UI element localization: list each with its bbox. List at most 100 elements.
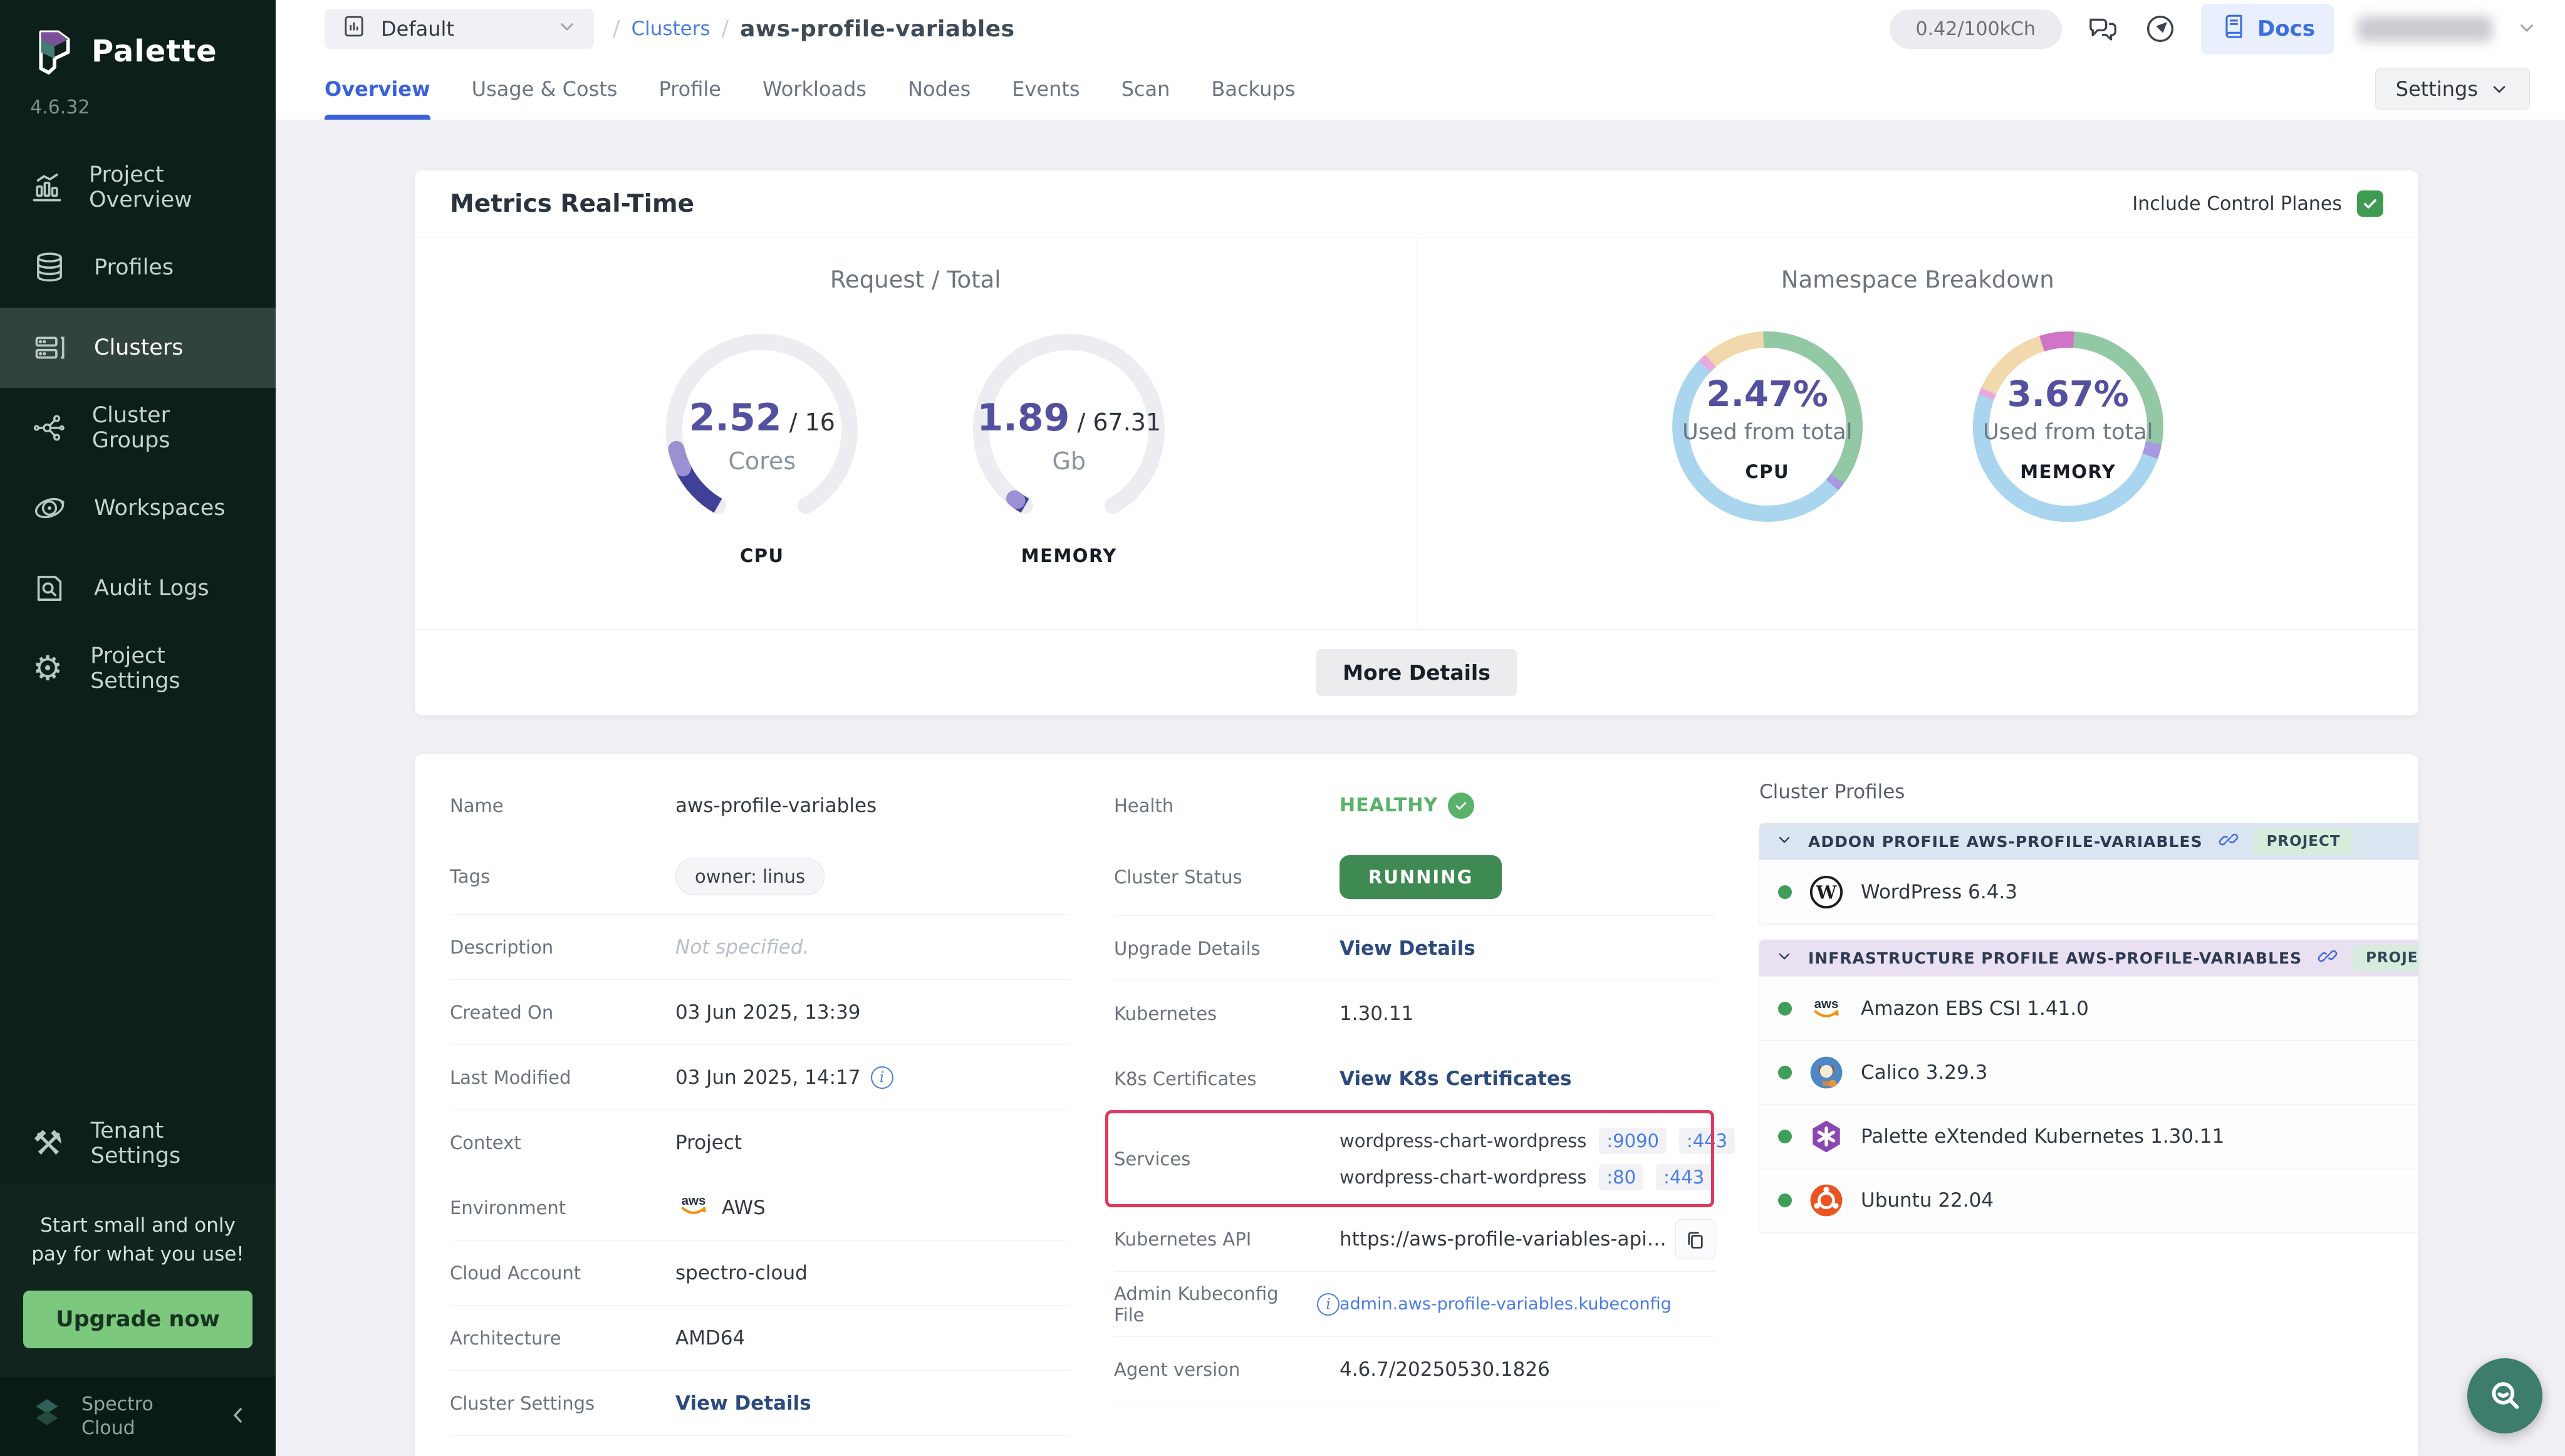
- field-label: Kubernetes: [1114, 1003, 1340, 1024]
- profile-layer-palette-extended-kubernetes-1-30-11[interactable]: Palette eXtended Kubernetes 1.30.11: [1759, 1104, 2418, 1168]
- tab-usage-costs[interactable]: Usage & Costs: [472, 58, 618, 120]
- user-chevron-down-icon[interactable]: [2516, 17, 2537, 41]
- upgrade-now-button[interactable]: Upgrade now: [23, 1291, 252, 1349]
- details-left-column: Nameaws-profile-variablesTagsowner: linu…: [450, 773, 1114, 1436]
- svg-text:W: W: [1816, 881, 1837, 903]
- upgrade-promo: Start small and only pay for what you us…: [0, 1183, 276, 1376]
- status-dot: [1778, 885, 1792, 899]
- topbar-right: 0.42/100kCh Docs: [1890, 4, 2537, 55]
- help-search-button[interactable]: [2467, 1358, 2542, 1433]
- server-icon: [29, 330, 70, 366]
- compass-icon[interactable]: [2143, 12, 2177, 46]
- tab-scan[interactable]: Scan: [1121, 58, 1170, 120]
- breadcrumb-clusters-link[interactable]: Clusters: [631, 18, 710, 40]
- search-smile-icon: [2485, 1376, 2525, 1416]
- field-label: Services: [1114, 1148, 1340, 1170]
- detail-row-health: HealthHEALTHY: [1114, 773, 1715, 838]
- sidebar-item-workspaces[interactable]: Workspaces: [0, 468, 276, 548]
- upgrade-details-link[interactable]: View Details: [1340, 937, 1475, 960]
- include-control-planes-checkbox[interactable]: [2357, 190, 2383, 217]
- spectro-cloud-logo-icon: [25, 1393, 69, 1440]
- tabs-bar: Overview Usage & Costs Profile Workloads Nod…: [276, 58, 2565, 120]
- app-version: 4.6.32: [0, 80, 276, 125]
- docs-button[interactable]: Docs: [2201, 4, 2334, 55]
- info-icon[interactable]: i: [871, 1066, 893, 1089]
- service-port-link[interactable]: :80: [1599, 1164, 1643, 1190]
- detail-row-agent-version: Agent version4.6.7/20250530.1826: [1114, 1337, 1715, 1402]
- usage-badge: 0.42/100kCh: [1890, 9, 2063, 49]
- user-menu[interactable]: [2358, 16, 2492, 41]
- info-icon[interactable]: i: [1317, 1293, 1340, 1316]
- aws-icon: aws: [675, 1187, 722, 1229]
- sidebar-item-cluster-groups[interactable]: Cluster Groups: [0, 388, 276, 468]
- profile-layer-calico-3-29-3[interactable]: Calico 3.29.3: [1759, 1040, 2418, 1104]
- bar-chart-icon: [29, 169, 65, 205]
- book-icon: [2220, 13, 2247, 46]
- admin-kubeconfig-file-link[interactable]: admin.aws-profile-variables.kubeconfig: [1340, 1294, 1672, 1314]
- field-label: Cluster Status: [1114, 866, 1340, 888]
- sidebar-item-audit-logs[interactable]: Audit Logs: [0, 548, 276, 628]
- gear-icon: ⚙: [29, 652, 66, 685]
- sidebar-item-clusters[interactable]: Clusters: [0, 308, 276, 388]
- logo-row: Palette: [0, 0, 276, 80]
- sidebar-item-tenant-settings[interactable]: ⚒ Tenant Settings: [0, 1103, 276, 1183]
- tab-profile[interactable]: Profile: [658, 58, 721, 120]
- field-label: Last Modified: [450, 1067, 675, 1088]
- tab-overview[interactable]: Overview: [325, 58, 430, 120]
- field-label: Cloud Account: [450, 1262, 675, 1284]
- sidebar-item-profiles[interactable]: Profiles: [0, 227, 276, 308]
- service-port-link[interactable]: :443: [1656, 1164, 1712, 1190]
- app-title: Palette: [91, 34, 217, 69]
- detail-row-created-on: Created On03 Jun 2025, 13:39: [450, 980, 1070, 1045]
- status-dot: [1778, 1130, 1792, 1143]
- field-label: K8s Certificates: [1114, 1068, 1340, 1089]
- profile-group-header[interactable]: INFRASTRUCTURE PROFILE AWS-PROFILE-VARIA…: [1759, 940, 2418, 976]
- pxk-logo: [1808, 1118, 1844, 1155]
- profile-layer-ubuntu-22-04[interactable]: Ubuntu 22.04: [1759, 1168, 2418, 1232]
- tab-backups[interactable]: Backups: [1211, 58, 1295, 120]
- copy-button[interactable]: [1675, 1219, 1715, 1259]
- request-total-gauges: 2.52 / 16 Cores CPU 1.89 / 67.31 Gb MEMO…: [415, 323, 1417, 566]
- profile-layer-wordpress-6-4-3[interactable]: W WordPress 6.4.3: [1759, 860, 2418, 923]
- check-icon: [1448, 793, 1474, 819]
- detail-row-architecture: ArchitectureAMD64: [450, 1306, 1070, 1371]
- profile-layer-amazon-ebs-csi-1-41-0[interactable]: aws Amazon EBS CSI 1.41.0: [1759, 976, 2418, 1040]
- namespace-donuts: 2.47% Used from total CPU 3.67% Used fro…: [1417, 323, 2419, 533]
- tab-nodes[interactable]: Nodes: [908, 58, 970, 120]
- chat-icon[interactable]: [2086, 12, 2120, 46]
- cluster-profiles-title: Cluster Profiles: [1759, 781, 2418, 803]
- service-port-link[interactable]: :443: [1679, 1128, 1735, 1154]
- service-entry: wordpress-chart-wordpress:9090:443: [1340, 1128, 1735, 1154]
- detail-row-admin-kubeconfig-file: Admin Kubeconfig Fileiadmin.aws-profile-…: [1114, 1272, 1715, 1337]
- wordpress-logo: W: [1808, 874, 1844, 910]
- cluster-status-badge: RUNNING: [1340, 855, 1502, 899]
- detail-row-tags: Tagsowner: linus: [450, 838, 1070, 915]
- link-icon: [2218, 829, 2239, 854]
- tab-events[interactable]: Events: [1012, 58, 1080, 120]
- settings-button[interactable]: Settings: [2375, 68, 2530, 110]
- more-details-button[interactable]: More Details: [1316, 649, 1517, 696]
- field-label: Agent version: [1114, 1359, 1340, 1380]
- collapse-sidebar-icon[interactable]: [226, 1403, 251, 1430]
- sidebar-bottom: ⚒ Tenant Settings Start small and only p…: [0, 1103, 276, 1456]
- sidebar-item-project-overview[interactable]: Project Overview: [0, 147, 276, 227]
- detail-row-last-modified: Last Modified03 Jun 2025, 14:17i: [450, 1045, 1070, 1110]
- service-port-link[interactable]: :9090: [1599, 1128, 1667, 1154]
- orbit-icon: [29, 490, 70, 526]
- cluster-settings-link[interactable]: View Details: [675, 1392, 811, 1415]
- field-label: Description: [450, 937, 675, 958]
- request-total-title: Request / Total: [415, 266, 1417, 293]
- detail-row-environment: EnvironmentawsAWS: [450, 1175, 1070, 1240]
- tab-workloads[interactable]: Workloads: [762, 58, 866, 120]
- detail-row-cluster-settings: Cluster SettingsView Details: [450, 1371, 1070, 1436]
- sidebar-items: Project Overview Profiles Clusters Clust…: [0, 147, 276, 709]
- profile-group-header[interactable]: ADDON PROFILE AWS-PROFILE-VARIABLES PROJ…: [1759, 823, 2418, 860]
- k8s-certificates-link[interactable]: View K8s Certificates: [1340, 1068, 1571, 1090]
- app-root: Palette 4.6.32 Project Overview Profiles…: [0, 0, 2565, 1456]
- field-label: Health: [1114, 795, 1340, 816]
- memory-namespace-donut: 3.67% Used from total MEMORY: [1965, 323, 2172, 533]
- svg-text:aws: aws: [682, 1193, 706, 1207]
- project-selector[interactable]: Default: [325, 9, 594, 49]
- sidebar-item-project-settings[interactable]: ⚙ Project Settings: [0, 628, 276, 709]
- breadcrumb: / Clusters / aws-profile-variables: [613, 16, 1015, 42]
